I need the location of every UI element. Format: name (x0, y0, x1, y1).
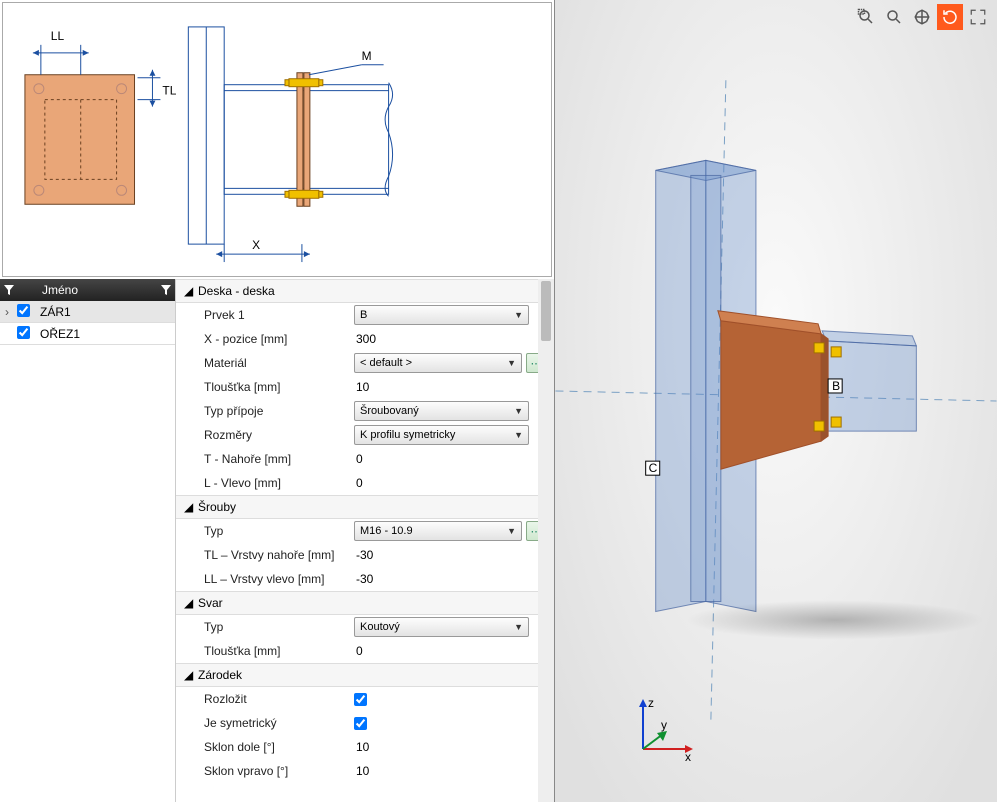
row-checkbox[interactable] (17, 326, 30, 339)
grid-row[interactable]: › ZÁR1 (0, 301, 175, 323)
label-sklonvpravo: Sklon vpravo [°] (204, 764, 354, 778)
grid-header-name[interactable]: Jméno (36, 283, 157, 297)
label-sroubytl: TL – Vrstvy nahoře [mm] (204, 548, 354, 562)
label-rozlozit: Rozložit (204, 692, 354, 706)
section-header-zarodek[interactable]: ◢Zárodek (176, 663, 554, 687)
label-lvlevo: L - Vlevo [mm] (204, 476, 354, 490)
value-tloustka[interactable]: 10 (354, 380, 369, 394)
label-xpozice: X - pozice [mm] (204, 332, 354, 346)
value-svartl[interactable]: 0 (354, 644, 363, 658)
operations-grid: Jméno › ZÁR1 OŘEZ1 (0, 279, 175, 802)
value-sroubytl[interactable]: -30 (354, 548, 373, 562)
section-header-deska[interactable]: ◢Deska - deska (176, 279, 554, 303)
axis-gizmo: z x y (623, 689, 703, 772)
label-tloustka: Tloušťka [mm] (204, 380, 354, 394)
3d-viewport[interactable]: B C z x y (555, 0, 997, 802)
combo-rozmery[interactable]: K profilu symetricky▼ (354, 425, 529, 445)
scrollbar[interactable] (538, 279, 554, 802)
schematic-diagram: LL TL (2, 2, 552, 277)
label-rozmery: Rozměry (204, 428, 354, 442)
row-name: OŘEZ1 (36, 327, 175, 341)
value-tnahore[interactable]: 0 (354, 452, 363, 466)
label-typpripoje: Typ přípoje (204, 404, 354, 418)
diagram-label-M: M (362, 49, 372, 63)
property-panel: ◢Deska - deska Prvek 1 B▼ X - pozice [mm… (175, 279, 554, 802)
section-header-srouby[interactable]: ◢Šrouby (176, 495, 554, 519)
checkbox-rozlozit[interactable] (354, 693, 367, 706)
value-sklonvpravo[interactable]: 10 (354, 764, 369, 778)
label-svartl: Tloušťka [mm] (204, 644, 354, 658)
section-header-svar[interactable]: ◢Svar (176, 591, 554, 615)
filter-icon[interactable] (157, 284, 175, 296)
diagram-label-LL: LL (51, 29, 65, 43)
checkbox-jesym[interactable] (354, 717, 367, 730)
label-sroubytyp: Typ (204, 524, 354, 538)
value-sklondole[interactable]: 10 (354, 740, 369, 754)
axis-label-z: z (648, 696, 654, 710)
value-lvlevo[interactable]: 0 (354, 476, 363, 490)
label-svartyp: Typ (204, 620, 354, 634)
shadow (685, 600, 985, 640)
diagram-label-TL: TL (162, 84, 176, 98)
filter-icon[interactable] (0, 284, 18, 296)
label-jesym: Je symetrický (204, 716, 354, 730)
axis-label-y: y (661, 718, 667, 732)
grid-row[interactable]: OŘEZ1 (0, 323, 175, 345)
viewport-label-B: B (832, 379, 840, 393)
label-tnahore: T - Nahoře [mm] (204, 452, 354, 466)
expand-icon[interactable]: › (0, 305, 14, 319)
row-checkbox[interactable] (17, 304, 30, 317)
combo-material[interactable]: < default >▼ (354, 353, 522, 373)
viewport-label-C: C (649, 461, 658, 475)
label-material: Materiál (204, 356, 354, 370)
row-name: ZÁR1 (36, 305, 175, 319)
combo-sroubytyp[interactable]: M16 - 10.9▼ (354, 521, 522, 541)
combo-svartyp[interactable]: Koutový▼ (354, 617, 529, 637)
axis-label-x: x (685, 750, 691, 764)
label-sroubyll: LL – Vrstvy vlevo [mm] (204, 572, 354, 586)
combo-typpripoje[interactable]: Šroubovaný▼ (354, 401, 529, 421)
label-prvek1: Prvek 1 (204, 308, 354, 322)
label-sklondole: Sklon dole [°] (204, 740, 354, 754)
combo-prvek1[interactable]: B▼ (354, 305, 529, 325)
diagram-label-X: X (252, 238, 260, 252)
value-sroubyll[interactable]: -30 (354, 572, 373, 586)
value-xpozice[interactable]: 300 (354, 332, 376, 346)
